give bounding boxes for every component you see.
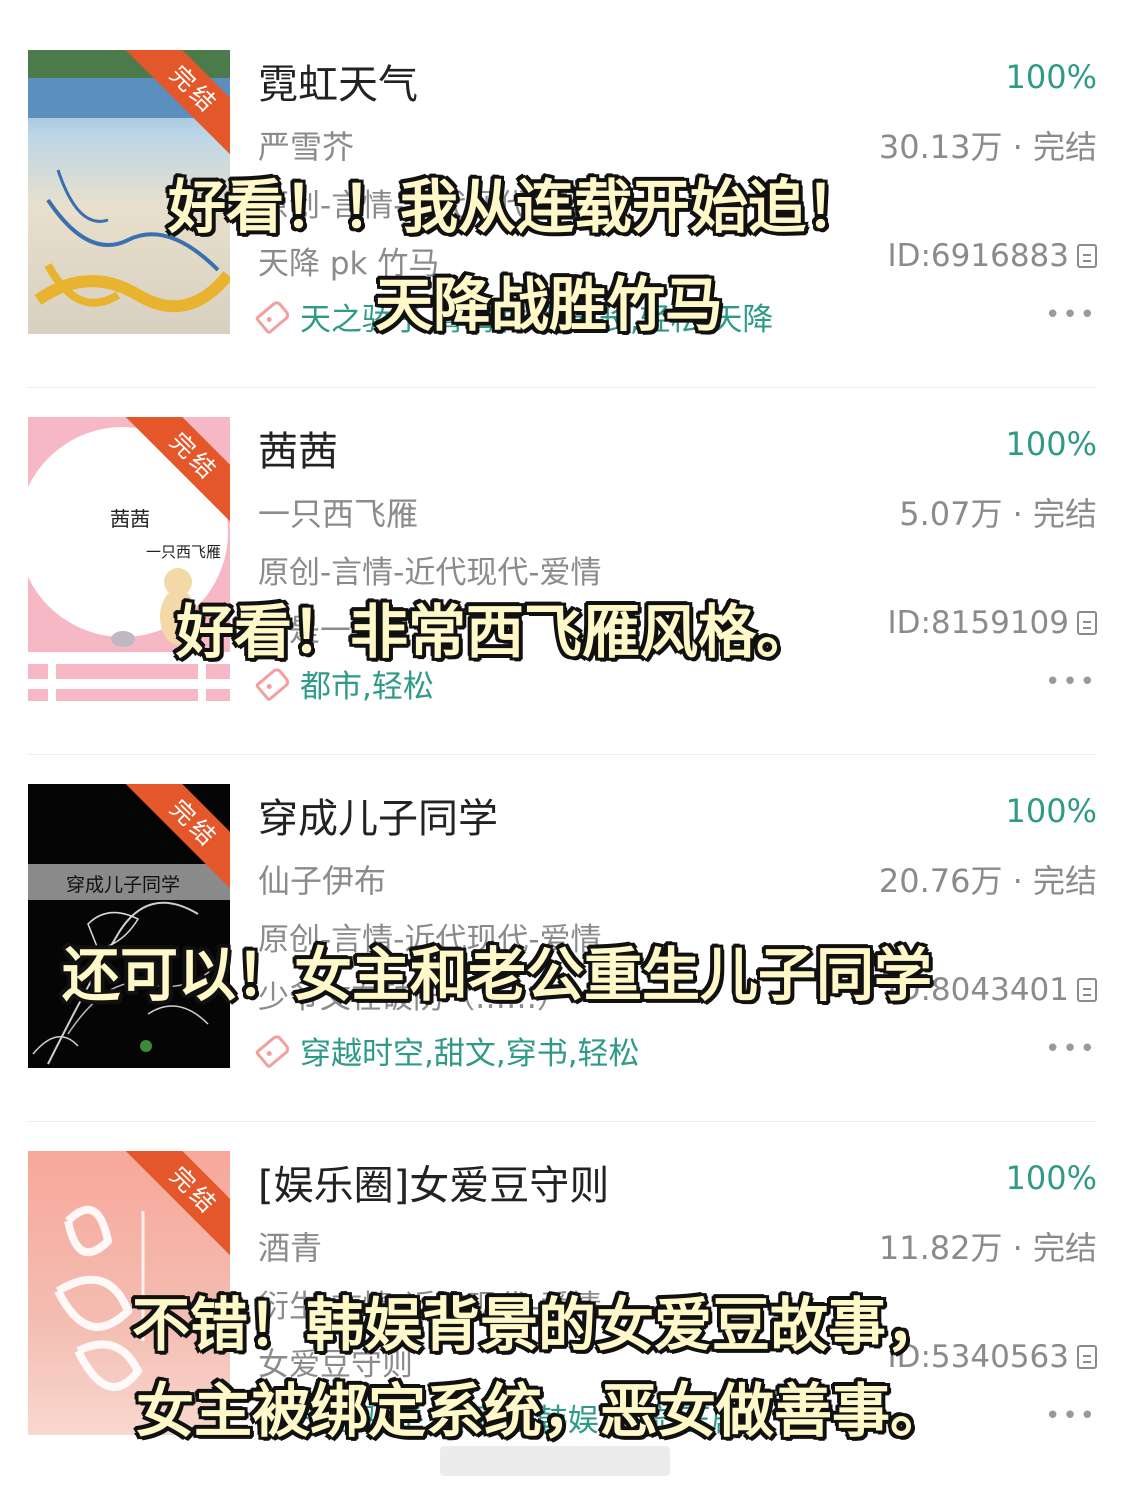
book-author[interactable]: 酒青: [258, 1223, 322, 1269]
book-author[interactable]: 仙子伊布: [258, 856, 386, 902]
overlay-caption: 好看！！我从连载开始追！: [168, 173, 865, 241]
overlay-caption: 女主被绑定系统，恶女做善事。: [136, 1377, 949, 1445]
tag-row: 穿越时空,甜文,穿书,轻松: [254, 1028, 640, 1073]
book-stats: 11.82万 · 完结: [878, 1229, 1097, 1267]
copy-icon[interactable]: [1077, 1345, 1097, 1369]
read-progress: 100%: [1005, 792, 1097, 830]
read-progress: 100%: [1005, 425, 1097, 463]
overlay-caption: 天降战胜竹马: [375, 271, 724, 339]
book-title[interactable]: 茜茜: [258, 419, 338, 477]
book-id-text: ID:6916883: [887, 238, 1069, 274]
cover-title: 茜茜: [110, 507, 150, 531]
cover-author: 一只西飞雁: [146, 543, 222, 561]
tag-icon: [254, 298, 292, 335]
more-options-button[interactable]: •••: [1045, 1034, 1097, 1064]
overlay-caption: 好看！非常西飞雁风格。: [176, 598, 815, 666]
read-progress: 100%: [1005, 1159, 1097, 1197]
book-title[interactable]: 霓虹天气: [258, 52, 418, 110]
book-stats: 20.76万 · 完结: [878, 862, 1097, 900]
divider: [28, 387, 1097, 388]
tag-icon: [254, 1032, 292, 1069]
book-id[interactable]: ID:6916883: [887, 238, 1097, 274]
copy-icon[interactable]: [1077, 611, 1097, 635]
tag-icon: [254, 665, 292, 702]
book-title[interactable]: 穿成儿子同学: [258, 786, 498, 844]
overlay-caption: 不错！韩娱背景的女爱豆故事，: [132, 1291, 945, 1359]
watermark-blur: [440, 1446, 670, 1476]
copy-icon[interactable]: [1077, 978, 1097, 1002]
book-stats: 30.13万 · 完结: [878, 128, 1097, 166]
book-author[interactable]: 一只西飞雁: [258, 489, 418, 535]
book-item[interactable]: 茜茜 一只西飞雁 完结 茜茜 100% 一只西飞雁 5.07万 · 完结 原创-…: [0, 367, 1125, 734]
divider: [28, 1121, 1097, 1122]
book-cover[interactable]: 穿成儿子同学 完结: [28, 784, 230, 1068]
book-id[interactable]: ID:8159109: [887, 605, 1097, 641]
cover-title: 穿成儿子同学: [66, 874, 181, 896]
book-stats: 5.07万 · 完结: [899, 495, 1097, 533]
more-options-button[interactable]: •••: [1045, 1401, 1097, 1431]
more-options-button[interactable]: •••: [1045, 300, 1097, 330]
copy-icon[interactable]: [1077, 244, 1097, 268]
more-options-button[interactable]: •••: [1045, 667, 1097, 697]
divider: [28, 754, 1097, 755]
overlay-caption: 还可以！女主和老公重生儿子同学: [62, 941, 933, 1009]
book-title[interactable]: [娱乐圈]女爱豆守则: [258, 1153, 609, 1211]
read-progress: 100%: [1005, 58, 1097, 96]
book-item[interactable]: 穿成儿子同学 完结 穿成儿子同学 100% 仙子伊布 20.76万 · 完结 原…: [0, 734, 1125, 1101]
book-id-text: ID:8159109: [887, 605, 1069, 641]
book-tags[interactable]: 穿越时空,甜文,穿书,轻松: [300, 1028, 640, 1073]
